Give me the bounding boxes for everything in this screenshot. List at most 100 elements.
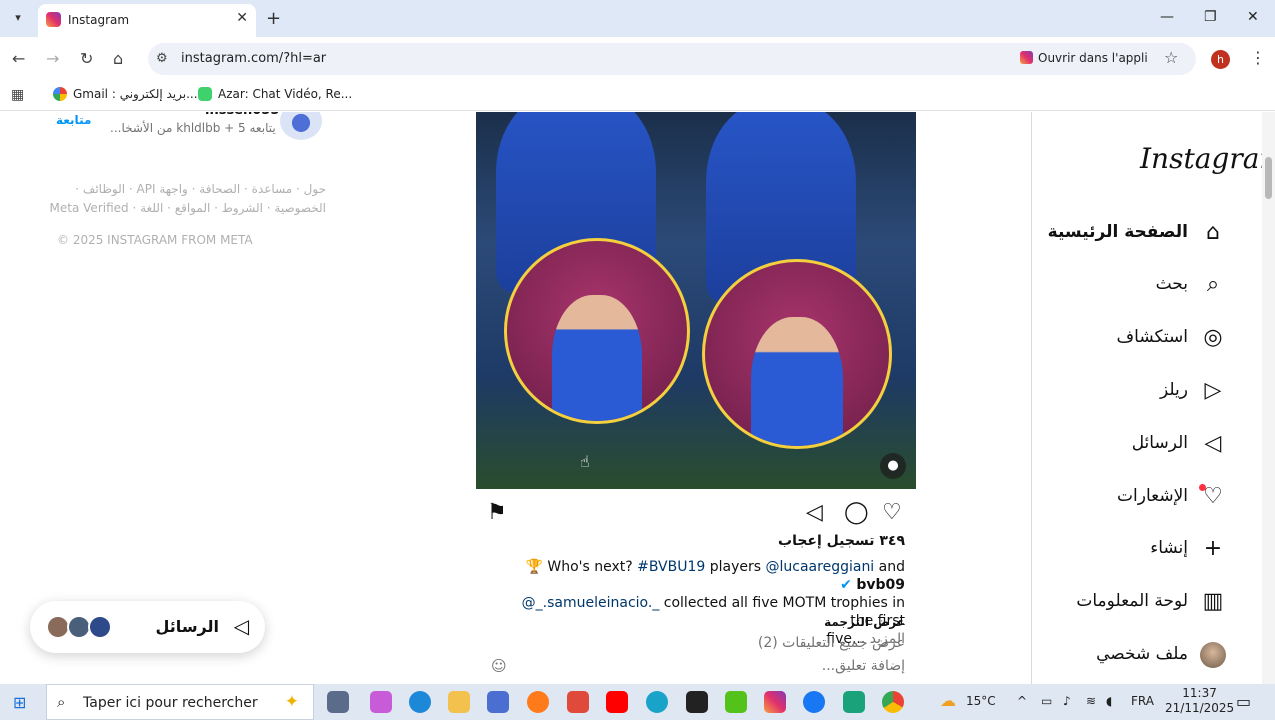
bookmark-star-icon[interactable]: ☆ [1164,48,1178,67]
game-icon[interactable] [686,691,708,713]
edge-icon[interactable] [409,691,431,713]
bookmarks-bar: ▦ Gmail : بريد إلكتروني... Azar: Chat Vi… [0,81,1275,111]
notification-center-icon[interactable]: ▭ [1236,692,1251,711]
forward-icon[interactable]: → [46,49,59,68]
home-icon[interactable]: ⌂ [113,49,123,68]
instagram-page: inssen055 يتابعه khldlbb + 5 من الأشخا..… [0,112,1262,684]
nav-notifications-label: الإشعارات [1117,486,1188,506]
volume-icon[interactable]: ◖ [1106,694,1112,708]
nav-messages-label: الرسائل [1131,433,1188,453]
apps-grid-icon[interactable]: ▦ [11,87,24,103]
tagged-users-icon[interactable]: ● [880,453,906,479]
google-icon [53,87,67,101]
comment-icon[interactable]: ◯ [844,500,869,525]
bookmark-gmail-label: Gmail : بريد إلكتروني... [73,87,198,101]
back-icon[interactable]: ← [12,49,25,68]
like-icon[interactable]: ♡ [882,500,902,525]
add-comment-input[interactable]: إضافة تعليق... [822,658,905,674]
caption-text-3: and [874,559,905,575]
bookmark-azar[interactable]: Azar: Chat Vidéo, Re... [198,87,352,101]
see-translation-link[interactable]: عرض الترجمة [824,615,905,629]
browser-tab[interactable]: Instagram ✕ [38,4,256,37]
nav-item-reels[interactable]: ريلز ▷ [1026,378,1226,408]
view-all-comments-link[interactable]: عرض جميع التعليقات (2) [758,635,905,651]
nav-item-dashboard[interactable]: لوحة المعلومات ▥ [1026,589,1226,619]
suggestion-username[interactable]: inssen055 [205,112,279,118]
emoji-icon[interactable]: ☺ [491,657,507,675]
bookmark-gmail[interactable]: Gmail : بريد إلكتروني... [53,87,198,101]
youtube-icon[interactable] [606,691,628,713]
nav-item-explore[interactable]: استكشاف ◎ [1026,325,1226,355]
post-image[interactable]: ● ☝ [476,112,916,489]
nav-item-home[interactable]: الصفحة الرئيسية ⌂ [1026,220,1226,250]
nav-item-profile[interactable]: ملف شخصي [1026,642,1226,672]
tab-close-icon[interactable]: ✕ [236,10,248,26]
file-explorer-icon[interactable] [448,691,470,713]
temperature[interactable]: 15°C [966,694,996,708]
windows-start-icon[interactable]: ⊞ [13,693,26,712]
follow-button[interactable]: متابعة [56,113,91,127]
nav-item-messages[interactable]: الرسائل ◁ [1026,431,1226,461]
suggestion-avatar[interactable] [280,112,322,140]
tray-chevron-icon[interactable]: ^ [1017,694,1027,708]
post-author[interactable]: bvb09 [856,577,905,593]
tab-bar: ▾ Instagram ✕ + — ❐ ✕ [0,0,1275,37]
nav-reels-label: ريلز [1160,380,1188,400]
weather-icon[interactable]: ☁ [940,691,956,710]
screen: ▾ Instagram ✕ + — ❐ ✕ ← → ↻ ⌂ ⚙ instagra… [0,0,1275,720]
chrome-icon[interactable] [882,691,904,713]
gmail-icon[interactable] [567,691,589,713]
nav-item-notifications[interactable]: الإشعارات ♡ [1026,484,1226,514]
facebook-icon[interactable] [803,691,825,713]
caption-hashtag[interactable]: #BVBU19 [637,559,705,575]
open-in-app-button[interactable]: Ouvrir dans l'appli [1020,51,1148,65]
window-close-icon[interactable]: ✕ [1247,9,1259,25]
instagram-app-icon [1020,51,1033,64]
minimize-icon[interactable]: — [1160,9,1174,25]
firefox-icon[interactable] [527,691,549,713]
copyright: © 2025 INSTAGRAM FROM META [57,233,253,247]
wifi-icon[interactable]: ≋ [1086,694,1096,708]
dashboard-icon: ▥ [1202,589,1224,614]
url-text[interactable]: instagram.com/?hl=ar [181,51,326,66]
likes-count[interactable]: ٣٤٩ تسجيل إعجاب [778,533,905,549]
site-info-icon[interactable]: ⚙ [156,51,168,66]
notification-dot [1199,484,1206,491]
clock-date: 21/11/2025 [1165,701,1235,715]
messages-floating-button[interactable]: ◁ الرسائل [30,601,265,653]
photo-motm-circle-right [702,259,892,449]
bookmark-azar-label: Azar: Chat Vidéo, Re... [218,87,353,101]
copilot-icon[interactable] [370,691,392,713]
caption-mention-1[interactable]: @lucaareggiani [766,559,875,575]
instagram-favicon-icon [46,12,61,27]
reload-icon[interactable]: ↻ [80,49,93,68]
kick-icon[interactable] [725,691,747,713]
caption-mention-2[interactable]: @_.samueleinacio._ [522,595,660,611]
instagram-icon[interactable] [764,691,786,713]
language-indicator[interactable]: FRA [1131,694,1154,708]
taskbar-search[interactable]: ⌕ Taper ici pour rechercher ✦ [46,684,314,720]
instagram-logo[interactable]: Instagram [1140,142,1262,175]
new-tab-icon[interactable]: + [266,8,281,29]
tab-search-icon[interactable]: ▾ [8,8,28,28]
share-icon[interactable]: ◁ [806,500,823,525]
battery-icon[interactable]: ▭ [1041,694,1052,708]
profile-avatar-button[interactable]: h [1211,50,1230,69]
caption-text-1: 🏆 Who's next? [525,559,638,575]
create-plus-icon: + [1203,536,1223,561]
footer-links[interactable]: حول · مساعدة · الصحافة · واجهة API · الو… [40,180,326,218]
chat-icon[interactable] [646,691,668,713]
clock[interactable]: 11:37 21/11/2025 [1165,686,1234,716]
address-bar[interactable]: ⚙ instagram.com/?hl=ar Ouvrir dans l'app… [148,43,1196,75]
restore-icon[interactable]: ❐ [1204,9,1217,25]
page-scrollbar[interactable] [1262,112,1275,684]
browser-menu-icon[interactable]: ⋮ [1250,48,1266,67]
microphone-icon[interactable]: ♪ [1063,694,1071,708]
android-icon[interactable] [843,691,865,713]
nav-item-create[interactable]: إنشاء + [1026,536,1226,566]
store-icon[interactable] [487,691,509,713]
nav-item-search[interactable]: بحث ⌕ [1026,272,1226,302]
scrollbar-thumb[interactable] [1265,157,1272,199]
save-icon[interactable]: ⚑ [487,500,507,525]
task-view-icon[interactable] [327,691,349,713]
